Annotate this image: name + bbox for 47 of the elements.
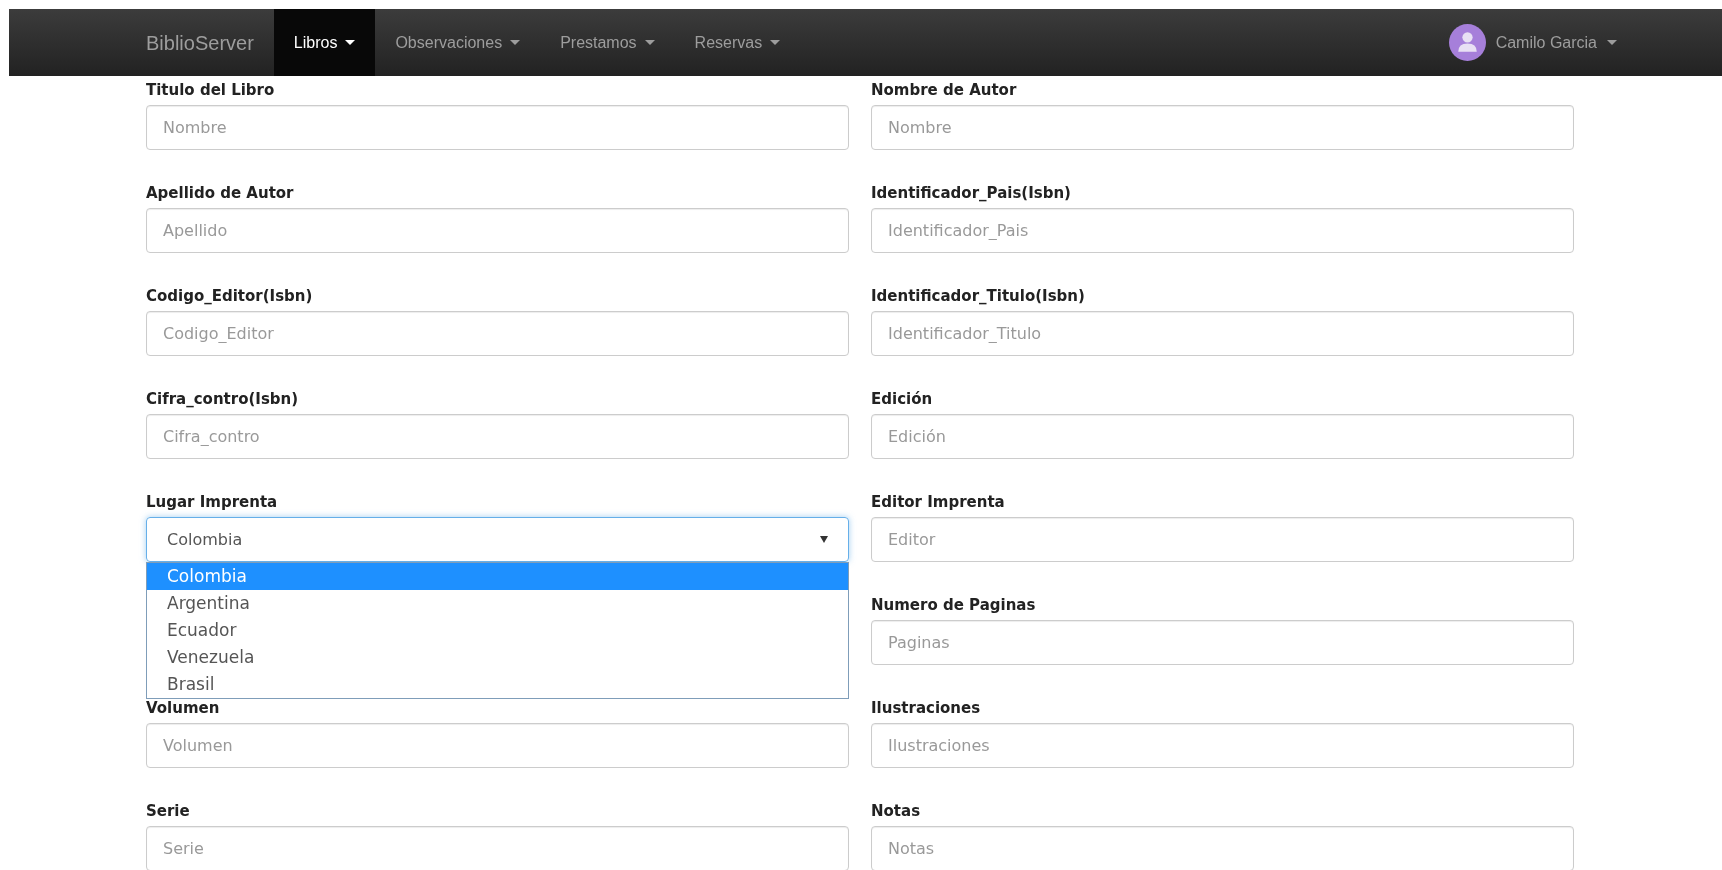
input-field[interactable]: Cifra_contro	[146, 414, 849, 459]
caret-icon	[510, 39, 521, 46]
field-label: Codigo_Editor(Isbn)	[146, 286, 313, 307]
field-label: Nombre de Autor	[871, 80, 1017, 101]
field-label: Cifra_contro(Isbn)	[146, 389, 299, 410]
nav-menu[interactable]: Reservas	[674, 9, 801, 76]
field-label: Editor Imprenta	[871, 492, 1005, 513]
input-field[interactable]: Ilustraciones	[871, 723, 1574, 768]
field-label: Volumen	[146, 698, 220, 719]
dropdown-arrow-icon	[820, 536, 828, 543]
brand-link[interactable]: BiblioServer	[146, 27, 274, 58]
input-field[interactable]: Identificador_Pais	[871, 208, 1574, 253]
field-label: Titulo del Libro	[146, 80, 275, 101]
input-field[interactable]: Paginas	[871, 620, 1574, 665]
field-label: Ilustraciones	[871, 698, 981, 719]
select-field[interactable]: Colombia	[146, 517, 849, 562]
nav-menu[interactable]: Libros	[273, 9, 376, 76]
field-label: Notas	[871, 801, 921, 822]
caret-icon	[644, 39, 655, 46]
nav-menu[interactable]: Observaciones	[375, 9, 541, 76]
input-field[interactable]: Codigo_Editor	[146, 311, 849, 356]
input-field[interactable]: Apellido	[146, 208, 849, 253]
field-label: Apellido de Autor	[146, 183, 294, 204]
caret-icon	[1607, 39, 1617, 46]
user-avatar-icon	[1448, 24, 1486, 61]
input-field[interactable]: Identificador_Titulo	[871, 311, 1574, 356]
nav-menu[interactable]: Prestamos	[540, 9, 675, 76]
field-label: Lugar Imprenta	[146, 492, 278, 513]
field-label: Identificador_Pais(Isbn)	[871, 183, 1071, 204]
dropdown-option[interactable]: Ecuador	[147, 617, 848, 644]
input-field[interactable]: Serie	[146, 826, 849, 870]
field-label: Numero de Paginas	[871, 595, 1036, 616]
dropdown-option[interactable]: Brasil	[147, 671, 848, 698]
dropdown-option[interactable]: Venezuela	[147, 644, 848, 671]
input-field[interactable]: Volumen	[146, 723, 849, 768]
input-field[interactable]: Editor	[871, 517, 1574, 562]
input-field[interactable]: Nombre	[146, 105, 849, 150]
field-label: Edición	[871, 389, 933, 410]
caret-icon	[770, 39, 781, 46]
input-field[interactable]: Nombre	[871, 105, 1574, 150]
input-field[interactable]: Notas	[871, 826, 1574, 870]
input-field[interactable]: Edición	[871, 414, 1574, 459]
field-label: Identificador_Titulo(Isbn)	[871, 286, 1085, 307]
field-label: Serie	[146, 801, 190, 822]
caret-icon	[345, 39, 356, 46]
dropdown-option[interactable]: Argentina	[147, 590, 848, 617]
user-menu[interactable]: Camilo Garcia	[1448, 24, 1617, 61]
